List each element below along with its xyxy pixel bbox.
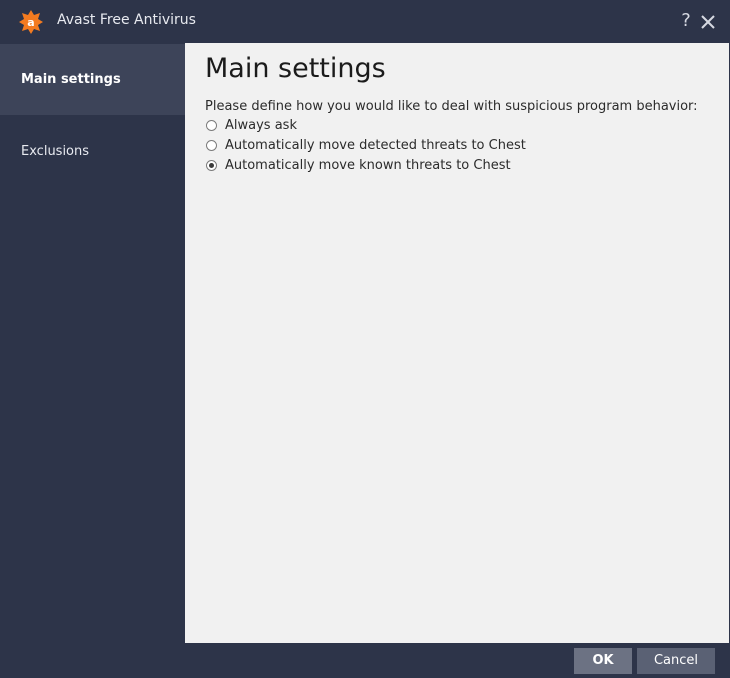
radio-label: Automatically move detected threats to C… — [225, 137, 526, 153]
app-title: Avast Free Antivirus — [57, 12, 196, 28]
svg-text:a: a — [27, 16, 34, 29]
radio-always-ask[interactable]: Always ask — [206, 116, 297, 134]
ok-button[interactable]: OK — [574, 648, 632, 674]
title-bar: a Avast Free Antivirus ? — [0, 0, 730, 43]
help-button[interactable]: ? — [678, 10, 694, 32]
radio-button-unchecked[interactable] — [206, 119, 217, 131]
behavior-prompt: Please define how you would like to deal… — [205, 99, 698, 114]
radio-button-checked[interactable] — [206, 159, 217, 171]
page-title: Main settings — [205, 53, 386, 84]
radio-label: Automatically move known threats to Ches… — [225, 157, 511, 173]
settings-panel: Main settings Please define how you woul… — [185, 43, 729, 643]
close-icon[interactable] — [699, 13, 717, 31]
cancel-button[interactable]: Cancel — [637, 648, 715, 674]
radio-button-unchecked[interactable] — [206, 139, 217, 151]
radio-move-detected-threats[interactable]: Automatically move detected threats to C… — [206, 136, 526, 154]
sidebar: Main settings Exclusions — [0, 43, 185, 643]
sidebar-item-label: Exclusions — [21, 144, 90, 159]
radio-label: Always ask — [225, 117, 297, 133]
dialog-footer: OK Cancel — [0, 643, 730, 678]
radio-move-known-threats[interactable]: Automatically move known threats to Ches… — [206, 156, 511, 174]
avast-logo-icon: a — [19, 10, 43, 34]
sidebar-item-main-settings[interactable]: Main settings — [0, 44, 185, 115]
sidebar-item-label: Main settings — [21, 72, 121, 87]
sidebar-item-exclusions[interactable]: Exclusions — [0, 116, 185, 187]
